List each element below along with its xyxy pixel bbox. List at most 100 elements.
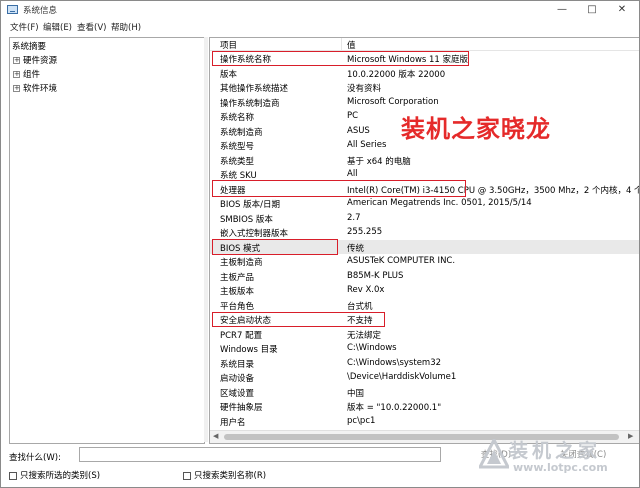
table-row[interactable]: 操作系统名称 Microsoft Windows 11 家庭版 [210,51,639,66]
table-row-selected[interactable]: BIOS 模式 传统 [210,239,639,254]
row-label: 系统制造商 [220,127,263,138]
tree-root-label: 系统摘要 [12,42,47,52]
table-row[interactable]: 主板版本 Rev X.0x [210,283,639,298]
only-selected-category-option[interactable]: 只搜索所选的类别(S) [9,469,100,481]
logo-url: www.lotpc.com [513,461,608,474]
table-row[interactable]: 区域设置 中国 [210,385,639,400]
row-label: 操作系统名称 [220,55,272,65]
row-value: Intel(R) Core(TM) i3-4150 CPU @ 3.50GHz，… [347,185,640,196]
window-title: 系统信息 [23,6,58,16]
table-header: 项目 值 [210,38,639,51]
row-label: 用户名 [220,417,246,428]
row-value: 基于 x64 的电脑 [347,156,411,167]
row-label: 主板版本 [220,287,255,297]
menu-file[interactable]: 文件(F) [10,21,39,33]
row-label: 版本 [220,69,238,80]
tree-item-system-summary[interactable]: 系统摘要 [12,40,46,52]
only-names-label: 只搜索类别名称(R) [194,471,267,481]
row-label: 处理器 [220,185,246,196]
minimize-button[interactable]: — [547,1,577,19]
table-row[interactable]: 版本 10.0.22000 版本 22000 [210,66,639,81]
column-header-value[interactable]: 值 [347,39,356,51]
row-value: pc\pc1 [347,415,376,426]
system-info-icon [7,5,18,14]
row-label: 区域设置 [220,388,255,399]
table-row[interactable]: BIOS 版本/日期 American Megatrends Inc. 0501,… [210,196,639,211]
table-row[interactable]: 操作系统制造商 Microsoft Corporation [210,95,639,110]
row-value: B85M-K PLUS [347,270,404,281]
row-label: 硬件抽象层 [220,403,263,413]
tree-item-components[interactable]: + 组件 [13,68,40,80]
row-value: 255.255 [347,227,383,237]
find-input[interactable] [79,447,441,462]
row-value: American Megatrends Inc. 0501, 2015/5/14 [347,198,532,208]
row-label: BIOS 模式 [220,243,261,254]
row-label: PCR7 配置 [220,330,263,341]
row-value: \Device\HarddiskVolume1 [347,372,457,382]
row-label: 系统型号 [220,142,255,152]
table-row[interactable]: 启动设备 \Device\HarddiskVolume1 [210,370,639,385]
expand-icon[interactable]: + [13,85,20,92]
table-row[interactable]: 主板产品 B85M-K PLUS [210,269,639,284]
author-watermark: 装机之家晓龙 [401,115,551,143]
only-selected-checkbox[interactable] [9,471,17,480]
row-value: ASUS [347,125,370,136]
table-row[interactable]: 系统 SKU All [210,167,639,182]
menu-help[interactable]: 帮助(H) [111,21,141,33]
row-value: 传统 [347,243,365,254]
category-tree[interactable]: 系统摘要 + 硬件资源 + 组件 + 软件环境 [9,37,205,444]
row-value: All Series [347,140,387,150]
scroll-left-icon[interactable]: ◀ [213,432,218,440]
maximize-button[interactable]: □ [577,1,607,19]
row-label: 系统 SKU [220,171,257,181]
table-row[interactable]: Windows 目录 C:\Windows [210,341,639,356]
table-row[interactable]: 安全启动状态 不支持 [210,312,639,327]
table-row[interactable]: 系统目录 C:\Windows\system32 [210,356,639,371]
row-label: 操作系统制造商 [220,98,280,109]
table-row[interactable]: 用户名 pc\pc1 [210,414,639,429]
row-value: All [347,169,358,179]
menu-bar: 文件(F) 编辑(E) 查看(V) 帮助(H) [1,20,639,34]
details-table: 项目 值 操作系统名称 Microsoft Windows 11 家庭版 版本 10… [209,37,639,444]
row-value: Microsoft Corporation [347,96,439,107]
table-row[interactable]: 嵌入式控制器版本 255.255 [210,225,639,240]
table-row[interactable]: SMBIOS 版本 2.7 [210,211,639,226]
table-row[interactable]: PCR7 配置 无法绑定 [210,327,639,342]
row-label: 安全启动状态 [220,316,272,326]
row-value: Microsoft Windows 11 家庭版 [347,55,469,65]
expand-icon[interactable]: + [13,71,20,78]
site-logo: 装机之家 www.lotpc.com [479,433,639,485]
pane-splitter[interactable] [204,37,208,442]
title-bar[interactable]: 系统信息 — □ ✕ [1,1,639,19]
table-row[interactable]: 硬件抽象层 版本 = "10.0.22000.1" [210,399,639,414]
column-header-item[interactable]: 项目 [220,39,237,51]
column-divider[interactable] [341,38,342,50]
row-value: 台式机 [347,301,373,312]
row-value: 无法绑定 [347,330,382,341]
find-label: 查找什么(W): [9,453,61,463]
tree-item-label: 软件环境 [23,84,58,94]
tree-item-hardware[interactable]: + 硬件资源 [13,54,57,66]
table-row[interactable]: 其他操作系统描述 没有资料 [210,80,639,95]
table-rows: 操作系统名称 Microsoft Windows 11 家庭版 版本 10.0.22… [210,51,639,428]
system-info-window: 系统信息 — □ ✕ 文件(F) 编辑(E) 查看(V) 帮助(H) 系统摘要 … [0,0,640,488]
menu-view[interactable]: 查看(V) [77,21,106,33]
table-row[interactable]: 主板制造商 ASUSTeK COMPUTER INC. [210,254,639,269]
only-names-checkbox[interactable] [183,471,191,480]
logo-mark-icon [479,439,509,469]
row-value: 版本 = "10.0.22000.1" [347,403,442,413]
row-label: 系统名称 [220,113,255,123]
tree-item-software[interactable]: + 软件环境 [13,82,57,94]
only-category-names-option[interactable]: 只搜索类别名称(R) [183,469,266,481]
close-button[interactable]: ✕ [607,1,637,19]
row-label: SMBIOS 版本 [220,214,273,225]
table-row[interactable]: 平台角色 台式机 [210,298,639,313]
table-row[interactable]: 处理器 Intel(R) Core(TM) i3-4150 CPU @ 3.50G… [210,182,639,197]
menu-edit[interactable]: 编辑(E) [43,21,72,33]
table-row[interactable]: 系统类型 基于 x64 的电脑 [210,153,639,168]
row-label: 其他操作系统描述 [220,84,289,94]
row-label: 平台角色 [220,301,255,312]
expand-icon[interactable]: + [13,57,20,64]
row-value: Rev X.0x [347,285,385,295]
row-value: 没有资料 [347,84,382,94]
